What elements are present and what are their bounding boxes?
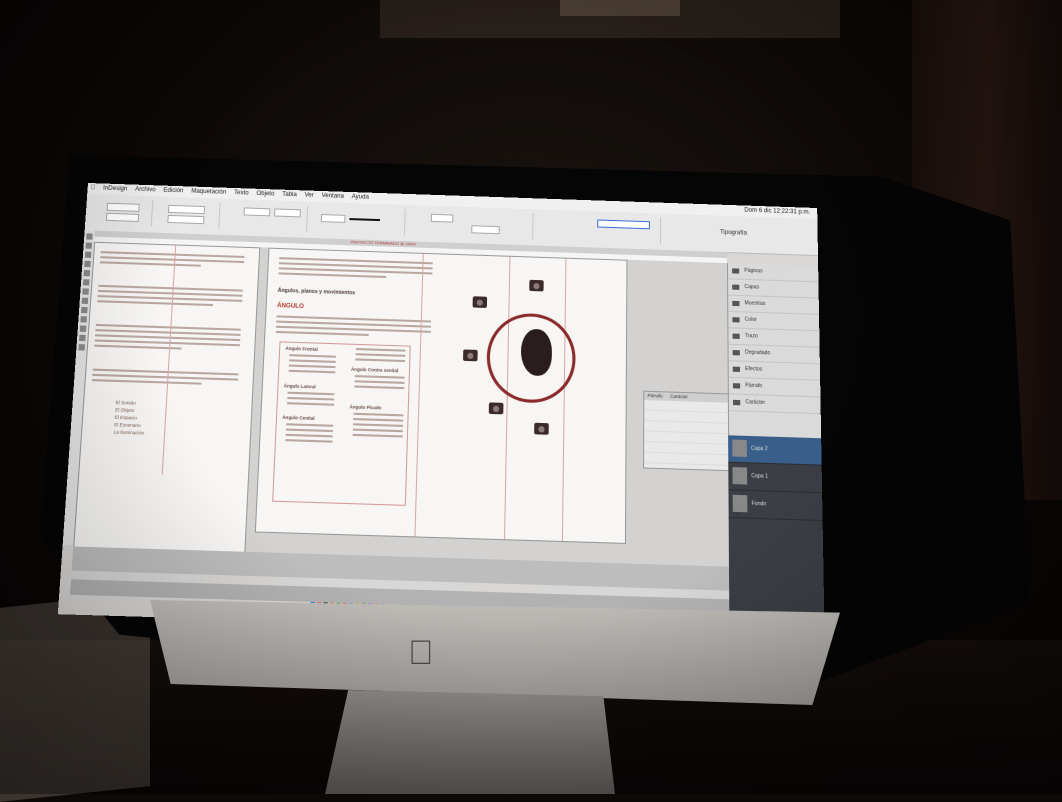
gradient-tool-icon[interactable]: [80, 325, 87, 331]
intro-text: [278, 257, 432, 282]
menu-item[interactable]: Ayuda: [349, 194, 372, 201]
direct-selection-tool-icon[interactable]: [85, 242, 92, 248]
document-canvas[interactable]: El Sonido El Objeto El Espacio El Escena…: [73, 242, 729, 567]
layer-row[interactable]: Capa 1: [728, 463, 822, 494]
layers-panel: Capa 2 Capa 1 Fondo: [728, 435, 825, 637]
workspace-switcher[interactable]: Tipografía: [720, 230, 747, 237]
bullet-2: Ángulo Lateral: [284, 383, 316, 389]
wall-poster-detail: [560, 0, 680, 16]
bullet-1: Ángulo Frontal: [285, 346, 318, 352]
type-tool-icon[interactable]: [84, 261, 91, 267]
scissors-tool-icon[interactable]: [80, 316, 87, 322]
camera-graphic[interactable]: [534, 423, 549, 435]
baseline-field[interactable]: [644, 453, 729, 466]
column-2-text: [355, 348, 405, 365]
tab-character[interactable]: Carácter: [667, 394, 691, 400]
section-heading: Ángulos, planos y movimientos: [278, 288, 356, 297]
left-list: El Sonido El Objeto El Espacio El Escena…: [113, 399, 146, 437]
menu-item[interactable]: Ventana: [318, 193, 347, 200]
bullet-5: Ángulo Picado: [349, 404, 381, 410]
selection-tool-icon[interactable]: [86, 233, 93, 239]
menu-item[interactable]: Edición: [160, 187, 187, 194]
portrait-image[interactable]: [521, 329, 553, 377]
tab-paragraph[interactable]: Párrafo: [644, 393, 665, 399]
zoom-tool-icon[interactable]: [78, 344, 85, 350]
camera-graphic[interactable]: [489, 402, 504, 414]
menu-item[interactable]: Maquetación: [188, 188, 229, 195]
rectangle-tool-icon[interactable]: [81, 307, 88, 313]
layer-row[interactable]: Fondo: [728, 490, 822, 521]
control-group-frame[interactable]: [410, 209, 534, 239]
bullet-3: Ángulo Cenital: [282, 415, 315, 421]
menu-item[interactable]: Texto: [231, 190, 252, 197]
bullet-2-text: [287, 392, 335, 409]
apple-logo-icon: : [408, 636, 438, 670]
menu-item[interactable]: Archivo: [132, 187, 159, 194]
section-subheading: ÁNGULO: [277, 303, 304, 310]
control-group-size[interactable]: [157, 200, 221, 228]
monitor-stand: [325, 690, 615, 794]
camera-graphic[interactable]: [529, 280, 543, 292]
menu-item[interactable]: Tabla: [279, 192, 300, 199]
control-group-position[interactable]: [89, 198, 153, 226]
pen-tool-icon[interactable]: [83, 279, 90, 285]
screen:  InDesign Archivo Edición Maquetación T…: [58, 183, 825, 637]
rectangle-frame-tool-icon[interactable]: [82, 298, 89, 304]
menu-item[interactable]: InDesign: [100, 185, 131, 192]
bullet-4-text: [354, 375, 404, 392]
page-right[interactable]: Ángulos, planos y movimientos ÁNGULO Áng…: [255, 248, 628, 544]
control-group-stroke[interactable]: [312, 206, 406, 235]
character-panel[interactable]: Párrafo Carácter: [643, 391, 730, 472]
pencil-tool-icon[interactable]: [82, 288, 89, 294]
layer-row[interactable]: Capa 2: [728, 435, 822, 465]
apple-menu-icon[interactable]: : [87, 185, 98, 191]
control-group-transform[interactable]: [224, 203, 308, 232]
menu-item[interactable]: Objeto: [253, 191, 277, 198]
panel-character[interactable]: Carácter: [729, 394, 822, 414]
control-group-text-wrap[interactable]: [538, 213, 661, 243]
camera-graphic[interactable]: [473, 296, 488, 308]
hand-tool-icon[interactable]: [79, 335, 86, 341]
bullet-3-text: [285, 423, 333, 446]
angle-text: [276, 315, 431, 341]
bullet-5-text: [352, 413, 403, 441]
page-tool-icon[interactable]: [85, 252, 92, 258]
page-left[interactable]: El Sonido El Objeto El Espacio El Escena…: [73, 242, 260, 554]
camera-graphic[interactable]: [463, 349, 478, 361]
bullet-1-text: [288, 354, 336, 376]
menu-item[interactable]: Ver: [301, 192, 317, 199]
line-tool-icon[interactable]: [84, 270, 91, 276]
